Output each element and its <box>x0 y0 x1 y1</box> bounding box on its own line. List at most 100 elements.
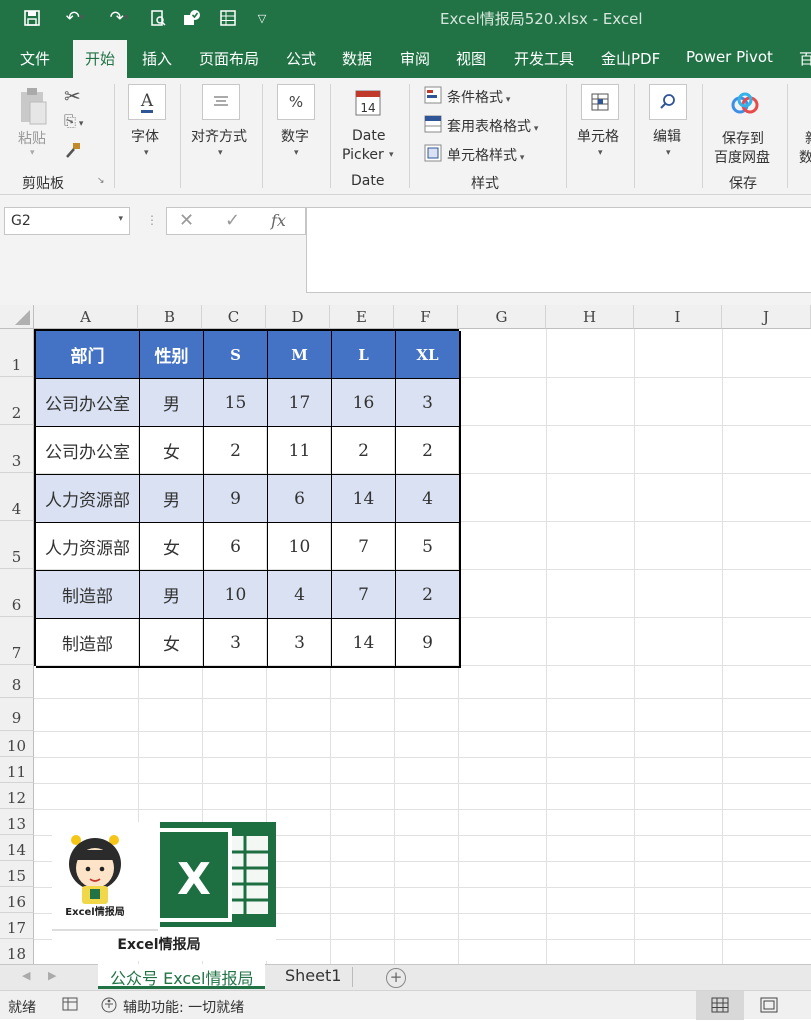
row-header-8[interactable]: 8 <box>0 665 34 698</box>
prev-sheet-icon[interactable]: ◀ <box>22 969 30 982</box>
tab-view[interactable]: 视图 <box>456 48 486 69</box>
edit-button[interactable]: 编辑 <box>653 126 681 146</box>
cell-style-icon[interactable] <box>424 144 442 162</box>
name-box[interactable]: G2 ▾ <box>4 207 130 235</box>
table-cell[interactable]: 人力资源部 <box>36 523 140 571</box>
table-cell[interactable]: 2 <box>396 571 461 619</box>
row-header-14[interactable]: 14 <box>0 835 34 861</box>
col-header-g[interactable]: G <box>458 305 546 329</box>
table-format-button[interactable]: 套用表格格式 ▾ <box>447 116 538 136</box>
col-header-e[interactable]: E <box>330 305 394 329</box>
add-sheet-button[interactable]: + <box>386 968 406 988</box>
table-cell[interactable]: 男 <box>140 475 204 523</box>
customize-qat-icon[interactable]: ▽ <box>254 6 270 30</box>
table-header-cell[interactable]: 性别 <box>140 331 204 379</box>
table-cell[interactable]: 4 <box>396 475 461 523</box>
accessibility-status[interactable]: 辅助功能: 一切就绪 <box>123 997 244 1017</box>
tab-home[interactable]: 开始 <box>73 40 128 78</box>
table-cell[interactable]: 公司办公室 <box>36 427 140 475</box>
row-header-16[interactable]: 16 <box>0 887 34 913</box>
new-group-cut-a[interactable]: 新 <box>805 128 811 148</box>
accessibility-icon[interactable] <box>100 996 118 1018</box>
selected-cell-g2[interactable] <box>458 377 547 426</box>
tab-insert[interactable]: 插入 <box>142 48 172 69</box>
row-header-11[interactable]: 11 <box>0 757 34 783</box>
cell-style-button[interactable]: 单元格样式 ▾ <box>447 145 524 165</box>
tab-file[interactable]: 文件 <box>20 48 50 69</box>
table-cell[interactable]: 男 <box>140 571 204 619</box>
table-cell[interactable]: 7 <box>332 571 396 619</box>
table-cell[interactable]: 17 <box>268 379 332 427</box>
font-caret-icon[interactable]: ▾ <box>144 148 149 158</box>
col-header-a[interactable]: A <box>34 305 138 329</box>
logo-picture[interactable]: Excel情报局 X Excel情报局 <box>52 822 276 961</box>
row-header-3[interactable]: 3 <box>0 425 34 473</box>
row-header-12[interactable]: 12 <box>0 783 34 809</box>
clipboard-launcher-icon[interactable]: ↘ <box>97 176 105 186</box>
table-cell[interactable]: 5 <box>396 523 461 571</box>
col-header-h[interactable]: H <box>546 305 634 329</box>
sheet-tab-sheet1[interactable]: Sheet1 <box>285 966 341 985</box>
col-header-f[interactable]: F <box>394 305 458 329</box>
paste-label[interactable]: 粘贴 <box>18 128 46 148</box>
table-cell[interactable]: 2 <box>204 427 268 475</box>
row-header-18[interactable]: 18 <box>0 939 34 964</box>
table-cell[interactable]: 3 <box>268 619 332 668</box>
table-grid-icon[interactable] <box>216 6 240 30</box>
print-preview-icon[interactable] <box>146 6 170 30</box>
table-cell[interactable]: 3 <box>396 379 461 427</box>
table-cell[interactable]: 10 <box>268 523 332 571</box>
table-header-cell[interactable]: XL <box>396 331 461 379</box>
redo-icon[interactable]: ↷ ▾ <box>102 6 136 30</box>
table-cell[interactable]: 制造部 <box>36 571 140 619</box>
table-header-cell[interactable]: L <box>332 331 396 379</box>
tab-power-pivot[interactable]: Power Pivot <box>686 48 773 66</box>
row-header-10[interactable]: 10 <box>0 731 34 757</box>
next-sheet-icon[interactable]: ▶ <box>48 969 56 982</box>
align-icon[interactable] <box>202 84 240 120</box>
align-button[interactable]: 对齐方式 <box>191 126 247 146</box>
date-picker-line2[interactable]: Picker <box>342 147 384 163</box>
enter-icon[interactable]: ✓ <box>225 210 240 231</box>
table-cell[interactable]: 3 <box>204 619 268 668</box>
save-to-line1[interactable]: 保存到 <box>722 128 764 148</box>
tab-review[interactable]: 审阅 <box>400 48 430 69</box>
table-cell[interactable]: 7 <box>332 523 396 571</box>
table-cell[interactable]: 女 <box>140 619 204 668</box>
cells-caret-icon[interactable]: ▾ <box>598 148 603 158</box>
row-header-2[interactable]: 2 <box>0 377 34 425</box>
baidu-cloud-icon[interactable] <box>730 92 760 116</box>
search-icon[interactable] <box>649 84 687 120</box>
percent-icon[interactable]: % <box>277 84 315 120</box>
number-button[interactable]: 数字 <box>281 126 309 146</box>
table-format-icon[interactable] <box>424 115 442 133</box>
col-header-j[interactable]: J <box>722 305 811 329</box>
table-header-cell[interactable]: S <box>204 331 268 379</box>
calendar-icon[interactable]: 14 <box>355 88 381 116</box>
date-picker-caret-icon[interactable]: ▾ <box>389 150 394 160</box>
tab-kingsoft-pdf[interactable]: 金山PDF <box>601 48 660 69</box>
table-cell[interactable]: 人力资源部 <box>36 475 140 523</box>
paste-caret-icon[interactable]: ▾ <box>30 148 35 158</box>
table-cell[interactable]: 9 <box>396 619 461 668</box>
row-header-9[interactable]: 9 <box>0 698 34 731</box>
row-header-13[interactable]: 13 <box>0 809 34 835</box>
insert-function-button[interactable]: fx <box>271 211 286 230</box>
normal-view-button[interactable] <box>696 991 744 1020</box>
col-header-d[interactable]: D <box>266 305 330 329</box>
table-cell[interactable]: 11 <box>268 427 332 475</box>
row-header-5[interactable]: 5 <box>0 521 34 569</box>
save-to-line2[interactable]: 百度网盘 <box>714 147 770 167</box>
cells-icon[interactable] <box>581 84 619 120</box>
sheet-tab-active[interactable]: 公众号 Excel情报局 <box>98 964 266 989</box>
row-header-7[interactable]: 7 <box>0 617 34 665</box>
font-icon[interactable]: A <box>128 84 166 120</box>
page-layout-view-icon[interactable] <box>760 997 778 1017</box>
row-header-4[interactable]: 4 <box>0 473 34 521</box>
table-cell[interactable]: 6 <box>204 523 268 571</box>
col-header-c[interactable]: C <box>202 305 266 329</box>
select-all-corner[interactable] <box>0 305 34 329</box>
date-picker-line1[interactable]: Date <box>352 128 385 144</box>
save-icon[interactable] <box>20 6 44 30</box>
formula-bar-handle-icon[interactable]: ⋮ <box>146 213 158 227</box>
